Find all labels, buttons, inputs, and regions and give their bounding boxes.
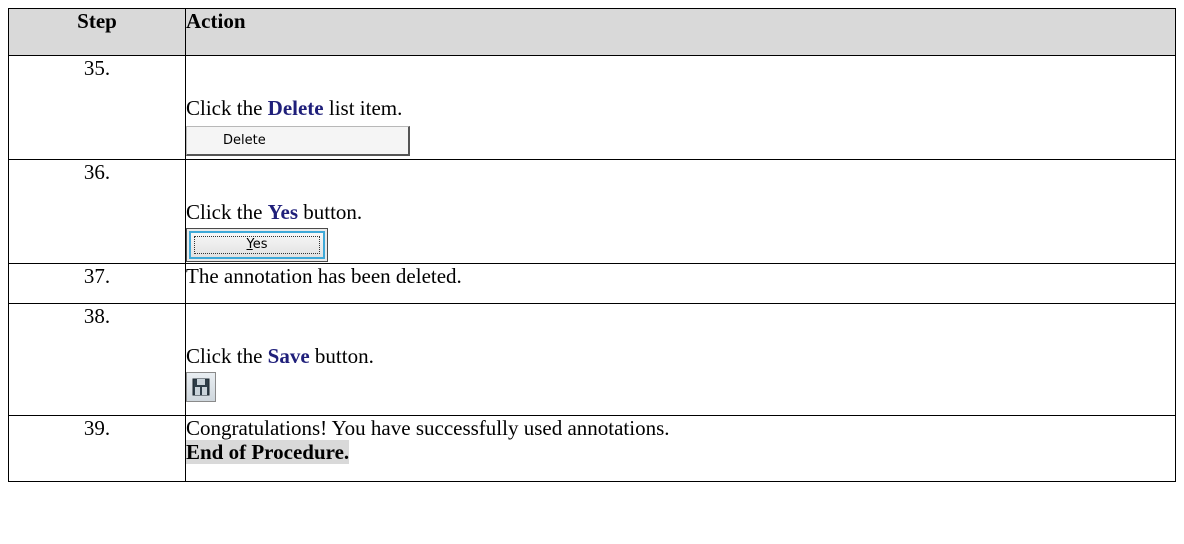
procedure-table: Step Action 35. Click the Delete list it… (8, 8, 1176, 482)
yes-button-label: Yes (246, 237, 268, 252)
instruction-keyword: Yes (267, 200, 298, 224)
step-number: 38. (8, 303, 186, 416)
yes-button-face[interactable]: Yes (189, 231, 325, 259)
delete-list-item[interactable]: Delete (186, 126, 410, 156)
end-of-procedure-label: End of Procedure. (186, 440, 350, 464)
instruction-pre: Click the (186, 344, 268, 368)
table-row: 35. Click the Delete list item. Delete (8, 55, 1176, 160)
instruction-keyword: Save (267, 344, 310, 368)
action-cell: Click the Save button. (185, 303, 1176, 416)
save-icon (192, 378, 210, 396)
action-cell: Click the Delete list item. Delete (185, 55, 1176, 160)
instruction-pre: Click the (186, 96, 268, 120)
header-row: Step Action (8, 8, 1176, 56)
instruction-pre: Click the (186, 200, 268, 224)
yes-button[interactable]: Yes (186, 228, 328, 262)
instruction-post: button. (298, 200, 363, 224)
table-row: 36. Click the Yes button. Yes (8, 159, 1176, 264)
table-row: 38. Click the Save button. (8, 303, 1176, 416)
table-row: 37. The annotation has been deleted. (8, 263, 1176, 304)
action-cell: The annotation has been deleted. (185, 263, 1176, 304)
step-column-header: Step (8, 8, 186, 56)
instruction: Click the Delete list item. (186, 56, 1175, 120)
instruction-post: list item. (323, 96, 403, 120)
table-row: 39. Congratulations! You have successful… (8, 415, 1176, 482)
instruction-post: button. (309, 344, 374, 368)
congratulations-text: Congratulations! You have successfully u… (186, 416, 670, 440)
step-number: 36. (8, 159, 186, 264)
instruction: Click the Save button. (186, 304, 1175, 368)
instruction-keyword: Delete (267, 96, 324, 120)
step-number: 37. (8, 263, 186, 304)
step-number: 35. (8, 55, 186, 160)
action-column-header: Action (185, 8, 1176, 56)
step-number: 39. (8, 415, 186, 482)
action-cell: Click the Yes button. Yes (185, 159, 1176, 264)
save-button[interactable] (186, 372, 216, 402)
instruction: Click the Yes button. (186, 160, 1175, 224)
action-cell: Congratulations! You have successfully u… (185, 415, 1176, 482)
